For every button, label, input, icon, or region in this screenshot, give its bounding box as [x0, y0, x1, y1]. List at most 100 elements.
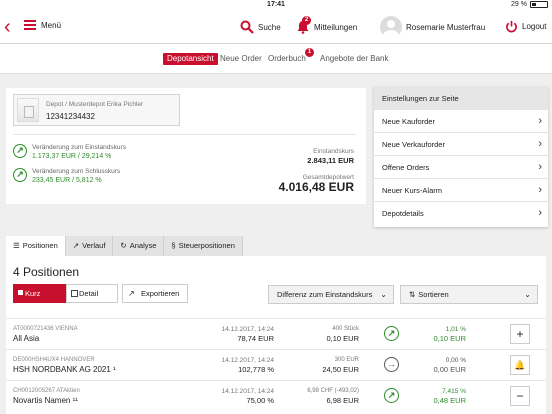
- chevron-down-icon: ⌄: [380, 290, 387, 299]
- positions-panel: 4 Positionen Kurz Detail ↗ Exportieren Di…: [6, 256, 546, 414]
- row-isin: AT0000721436 VIENNA: [13, 326, 78, 332]
- view-short-button[interactable]: Kurz: [13, 284, 66, 303]
- settings-item-label: Offene Orders: [382, 163, 430, 172]
- paragraph-icon: §: [171, 241, 176, 250]
- settings-item-open-orders[interactable]: Offene Orders ›: [374, 156, 548, 179]
- difference-select[interactable]: Differenz zum Einstandskurs ⌄: [268, 285, 394, 304]
- refresh-icon: ↻: [120, 241, 127, 250]
- depot-summary-card: Depot / Musterdepot Erika Pichler 123412…: [6, 88, 366, 204]
- sort-icon: ⇅: [409, 290, 416, 299]
- tab-verlauf[interactable]: ↗ Verlauf: [65, 236, 114, 256]
- add-icon[interactable]: +: [510, 324, 530, 344]
- logout-button[interactable]: Logout: [505, 20, 546, 33]
- export-button[interactable]: ↗ Exportieren: [122, 284, 188, 303]
- avatar: [380, 16, 402, 38]
- settings-item-new-buy[interactable]: Neue Kauforder ›: [374, 110, 548, 133]
- row-date: 14.12.2017, 14:24: [221, 326, 274, 333]
- orderbook-badge: 1: [305, 48, 314, 57]
- tab-angebote[interactable]: Angebote der Bank: [320, 53, 389, 65]
- depot-selector[interactable]: Depot / Musterdepot Erika Pichler 123412…: [13, 94, 180, 126]
- power-icon: [506, 20, 517, 33]
- bell-icon[interactable]: 🔔: [510, 355, 530, 375]
- performance-close: ↗ Veränderung zum Schlusskurs 233,45 EUR…: [13, 168, 120, 185]
- view-detail-button[interactable]: Detail: [66, 284, 118, 303]
- logout-label: Logout: [522, 22, 547, 31]
- chevron-right-icon: ›: [538, 184, 542, 196]
- perf-purchase-value: 1.173,37 EUR / 29,214 %: [32, 153, 112, 160]
- search-icon: [240, 20, 254, 34]
- arrow-up-right-icon: ↗: [384, 388, 399, 403]
- depot-name: Depot / Musterdepot Erika Pichler: [46, 101, 144, 108]
- arrow-up-right-icon: ↗: [13, 168, 27, 182]
- search-button[interactable]: Suche: [240, 20, 281, 34]
- menu-button[interactable]: Menü: [24, 20, 61, 30]
- arrow-up-right-icon: ↗: [384, 326, 399, 341]
- tab-positionen[interactable]: ☰ Positionen: [6, 236, 66, 256]
- row-absolute: 0,48 EUR: [433, 396, 466, 405]
- settings-item-label: Neuer Kurs-Alarm: [382, 186, 443, 195]
- tab-depotansicht[interactable]: Depotansicht: [163, 53, 218, 65]
- settings-item-label: Neue Kauforder: [382, 117, 435, 126]
- row-name: All Asia: [13, 334, 40, 343]
- chevron-right-icon: ›: [538, 207, 542, 219]
- table-row[interactable]: AT0000721436 VIENNA All Asia 14.12.2017,…: [6, 318, 546, 349]
- tab-neue-order[interactable]: Neue Order: [220, 53, 262, 65]
- messages-button[interactable]: 2 Mitteilungen: [296, 16, 358, 34]
- row-name: HSH NORDBANK AG 2021 ¹: [13, 365, 116, 374]
- export-label: Exportieren: [141, 289, 180, 298]
- purchase-price-label: Einstandskurs: [313, 148, 354, 155]
- top-navigation: ‹ Menü Suche 2 Mitteilungen Rosemarie Mu…: [0, 11, 552, 44]
- perf-close-label: Veränderung zum Schlusskurs: [32, 168, 121, 175]
- table-row[interactable]: CH0012005267 ATAktien Novartis Namen ¹¹ …: [6, 380, 546, 411]
- export-icon: ↗: [128, 289, 135, 298]
- performance-purchase: ↗ Veränderung zum Einstandskurs 1.173,37…: [13, 144, 126, 161]
- chevron-right-icon: ›: [538, 115, 542, 127]
- table-row[interactable]: DE000HSH4UX4 HANNOVER HSH NORDBANK AG 20…: [6, 349, 546, 380]
- list-icon: ☰: [13, 241, 20, 250]
- chevron-down-icon: ⌄: [524, 290, 531, 299]
- user-name: Rosemarie Musterfrau: [406, 22, 486, 32]
- row-value: 24,50 EUR: [322, 365, 359, 374]
- row-name: Novartis Namen ¹¹: [13, 396, 78, 405]
- row-value: 0,10 EUR: [326, 334, 359, 343]
- settings-item-price-alarm[interactable]: Neuer Kurs-Alarm ›: [374, 179, 548, 202]
- row-quantity: 6,98 CHF (-493,02): [307, 388, 359, 394]
- row-date: 14.12.2017, 14:24: [221, 388, 274, 395]
- hamburger-icon: [24, 20, 36, 30]
- depot-image: [17, 98, 39, 122]
- row-absolute: 0,10 EUR: [433, 334, 466, 343]
- row-date: 14.12.2017, 14:24: [221, 357, 274, 364]
- row-isin: DE000HSH4UX4 HANNOVER: [13, 357, 95, 363]
- tab-orderbuch[interactable]: Orderbuch: [268, 53, 306, 65]
- messages-label: Mitteilungen: [314, 22, 358, 32]
- total-value: 4.016,48 EUR: [278, 180, 354, 194]
- arrow-up-right-icon: ↗: [13, 144, 27, 158]
- tab-analyse[interactable]: ↻ Analyse: [113, 236, 165, 256]
- arrow-right-icon: →: [384, 357, 399, 372]
- row-percent: 0,00 %: [445, 357, 466, 364]
- battery-icon: [530, 1, 548, 8]
- purchase-price-value: 2.843,11 EUR: [307, 156, 354, 165]
- page-settings-panel: Einstellungen zur Seite Neue Kauforder › …: [374, 87, 548, 227]
- menu-label: Menü: [41, 20, 62, 30]
- battery-percent: 29 %: [511, 1, 527, 8]
- tab-label: Steuerpositionen: [178, 241, 235, 250]
- status-right: 29 %: [511, 1, 548, 8]
- back-icon[interactable]: ‹: [4, 17, 18, 37]
- chevron-right-icon: ›: [538, 161, 542, 173]
- settings-item-depot-details[interactable]: Depotdetails ›: [374, 202, 548, 225]
- user-profile[interactable]: Rosemarie Musterfrau: [380, 16, 485, 38]
- settings-item-new-sell[interactable]: Neue Verkauforder ›: [374, 133, 548, 156]
- sort-select[interactable]: ⇅ Sortieren ⌄: [400, 285, 538, 304]
- minus-icon[interactable]: −: [510, 386, 530, 406]
- positions-list: AT0000721436 VIENNA All Asia 14.12.2017,…: [6, 318, 546, 411]
- row-isin: CH0012005267 ATAktien: [13, 388, 80, 394]
- settings-item-label: Depotdetails: [382, 209, 424, 218]
- settings-item-label: Neue Verkauforder: [382, 140, 445, 149]
- content-tabs: ☰ Positionen ↗ Verlauf ↻ Analyse § Steuerpos…: [6, 236, 243, 256]
- divider: [13, 134, 356, 135]
- status-time: 17:41: [267, 1, 285, 8]
- settings-title: Einstellungen zur Seite: [374, 87, 548, 110]
- row-price: 75,00 %: [246, 396, 274, 405]
- tab-steuerpositionen[interactable]: § Steuerpositionen: [164, 236, 243, 256]
